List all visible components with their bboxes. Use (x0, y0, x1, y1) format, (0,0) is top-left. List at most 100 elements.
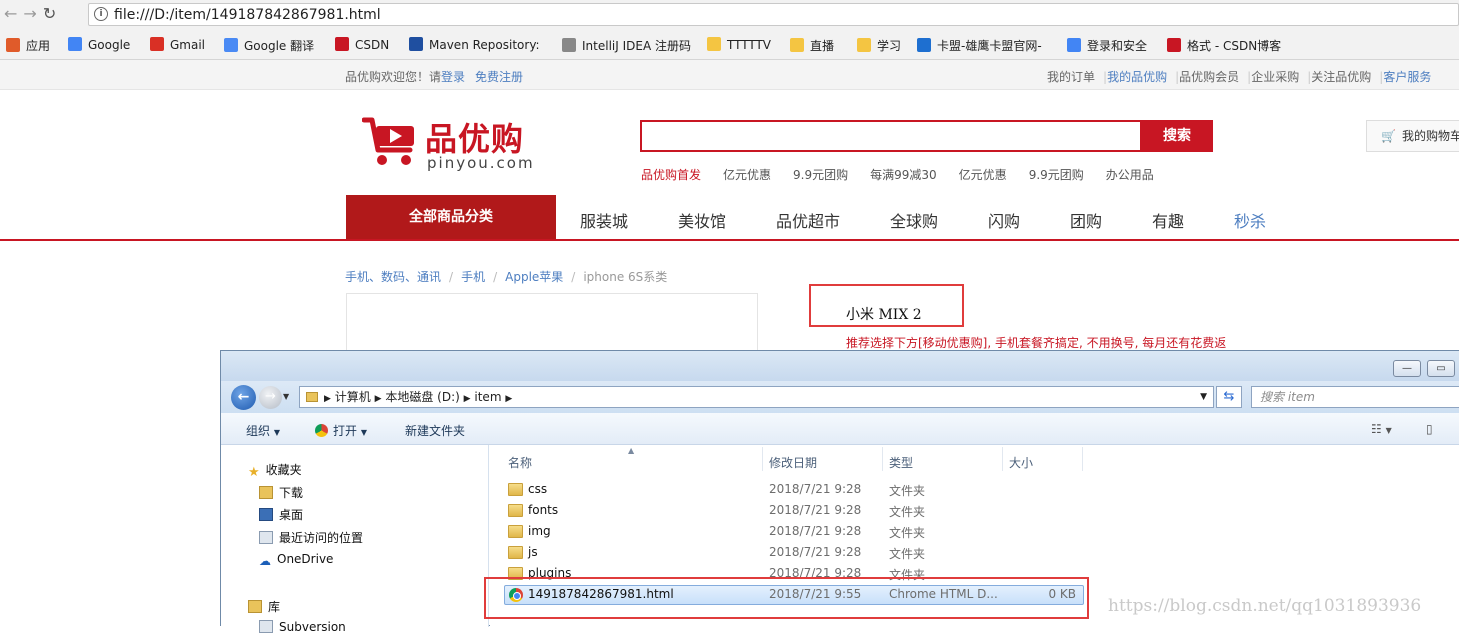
cart-label: 我的购物车 (1401, 129, 1459, 143)
bookmark-item[interactable]: 应用 (6, 37, 50, 54)
nav-favorites[interactable]: ★ 收藏夹 (248, 461, 302, 480)
column-header-size[interactable]: 大小 (1009, 454, 1033, 471)
file-type: 文件夹 (889, 547, 926, 561)
bookmark-item[interactable]: CSDN (335, 37, 389, 52)
file-row[interactable]: img 2018/7/21 9:28 文件夹 (490, 522, 1090, 542)
bookmark-item[interactable]: 直播 (790, 37, 834, 54)
path-segment[interactable]: 本地磁盘 (D:) (385, 390, 459, 404)
path-segment[interactable]: 计算机 (335, 390, 371, 404)
column-divider[interactable] (882, 447, 883, 471)
nav-item-seckill[interactable]: 秒杀 (1234, 208, 1266, 232)
column-divider[interactable] (762, 447, 763, 471)
top-link-my-pinyougou[interactable]: 我的品优购 (1107, 70, 1167, 84)
nav-item[interactable]: 团购 (1070, 208, 1102, 232)
hot-word[interactable]: 9.9元团购 (793, 168, 848, 182)
file-row[interactable]: js 2018/7/21 9:28 文件夹 (490, 543, 1090, 563)
preview-pane-icon[interactable]: ▯ (1426, 422, 1433, 436)
history-dropdown-icon[interactable]: ▼ (283, 392, 289, 401)
login-link[interactable]: 登录 (441, 70, 465, 84)
open-button[interactable]: 打开 ▼ (315, 422, 367, 439)
bookmark-item[interactable]: Google 翻译 (224, 37, 314, 54)
nav-downloads[interactable]: 下载 (259, 484, 303, 501)
bookmark-item[interactable]: IntelliJ IDEA 注册码 (562, 37, 691, 54)
nav-underline (0, 239, 1459, 241)
file-type: 文件夹 (889, 526, 926, 540)
hot-word[interactable]: 办公用品 (1106, 168, 1154, 182)
breadcrumb-item[interactable]: 手机 (461, 270, 485, 284)
forward-arrow-icon[interactable]: → (23, 4, 42, 23)
nav-recent[interactable]: 最近访问的位置 (259, 529, 363, 546)
shopping-cart-icon: 🛒 (1381, 129, 1396, 143)
breadcrumb: 手机、数码、通讯 / 手机 / Apple苹果 / iphone 6S系类 (345, 270, 668, 284)
hot-word[interactable]: 亿元优惠 (723, 168, 771, 182)
site-logo[interactable]: 品优购 pinyou.com (362, 114, 542, 174)
library-icon (248, 600, 262, 613)
google-icon (68, 37, 82, 51)
bookmark-item[interactable]: 卡盟-雄鹰卡盟官网- (917, 37, 1042, 54)
top-link-orders[interactable]: 我的订单 (1047, 70, 1095, 84)
explorer-search-input[interactable]: 搜索 item (1251, 386, 1459, 408)
file-row[interactable]: css 2018/7/21 9:28 文件夹 (490, 480, 1090, 500)
view-options-icon[interactable]: ☷ ▼ (1371, 422, 1392, 436)
breadcrumb-item[interactable]: 手机、数码、通讯 (345, 270, 441, 284)
bookmark-item[interactable]: 学习 (857, 37, 901, 54)
hot-word[interactable]: 每满99减30 (870, 168, 937, 182)
column-header-name[interactable]: 名称 (508, 454, 532, 471)
explorer-path-field[interactable]: ▶ 计算机 ▶ 本地磁盘 (D:) ▶ item ▶ ▼ (299, 386, 1214, 408)
bookmark-item[interactable]: 格式 - CSDN博客 (1167, 37, 1281, 54)
column-header-type[interactable]: 类型 (889, 454, 913, 471)
cart-button[interactable]: 🛒 我的购物车 (1366, 120, 1459, 152)
organize-button[interactable]: 组织 ▼ (246, 422, 280, 439)
nav-item[interactable]: 美妆馆 (678, 208, 726, 232)
product-title: 小米 MIX 2 (846, 307, 922, 323)
path-segment[interactable]: item (474, 390, 501, 404)
register-link[interactable]: 免费注册 (475, 70, 523, 84)
new-folder-button[interactable]: 新建文件夹 (405, 422, 465, 439)
top-link-member[interactable]: 品优购会员 (1179, 70, 1239, 84)
search-input[interactable] (640, 120, 1142, 152)
browser-nav-buttons: ←→↻ (4, 4, 62, 23)
nav-item[interactable]: 品优超市 (776, 208, 840, 232)
nav-item[interactable]: 全球购 (890, 208, 938, 232)
nav-subversion[interactable]: Subversion (259, 620, 346, 634)
refresh-icon[interactable]: ⇆ (1216, 386, 1242, 408)
search-button[interactable]: 搜索 (1141, 120, 1213, 152)
maximize-button[interactable]: ▭ (1427, 360, 1455, 377)
bookmark-item[interactable]: 登录和安全 (1067, 37, 1147, 54)
forward-arrow-icon[interactable]: → (259, 386, 282, 409)
reload-icon[interactable]: ↻ (43, 4, 62, 23)
folder-icon (508, 525, 523, 538)
column-divider[interactable] (1082, 447, 1083, 471)
info-icon[interactable]: i (94, 7, 108, 21)
nav-item[interactable]: 服装城 (580, 208, 628, 232)
bookmark-item[interactable]: Maven Repository: (409, 37, 540, 52)
top-link-follow[interactable]: 关注品优购 (1311, 70, 1371, 84)
bookmark-item[interactable]: Google (68, 37, 130, 52)
bookmark-item[interactable]: TTTTTV (707, 37, 771, 52)
explorer-title-bar: — ▭ (221, 351, 1459, 381)
hot-word[interactable]: 亿元优惠 (959, 168, 1007, 182)
minimize-button[interactable]: — (1393, 360, 1421, 377)
nav-libraries[interactable]: 库 (248, 598, 280, 615)
column-divider[interactable] (1002, 447, 1003, 471)
apps-grid-icon (6, 38, 20, 52)
file-row[interactable]: fonts 2018/7/21 9:28 文件夹 (490, 501, 1090, 521)
nav-item[interactable]: 闪购 (988, 208, 1020, 232)
bookmark-item[interactable]: Gmail (150, 37, 205, 52)
hot-word[interactable]: 品优购首发 (641, 168, 701, 182)
page-icon (562, 38, 576, 52)
nav-desktop[interactable]: 桌面 (259, 506, 303, 523)
path-dropdown-icon[interactable]: ▼ (1200, 387, 1207, 407)
address-bar[interactable]: i file:///D:/item/149187842867981.html (88, 3, 1459, 26)
back-arrow-icon[interactable]: ← (4, 4, 23, 23)
top-link-enterprise[interactable]: 企业采购 (1251, 70, 1299, 84)
column-header-date[interactable]: 修改日期 (769, 454, 817, 471)
breadcrumb-item[interactable]: Apple苹果 (505, 270, 563, 284)
all-categories-button[interactable]: 全部商品分类 (346, 195, 556, 240)
hot-word[interactable]: 9.9元团购 (1029, 168, 1084, 182)
bookmark-label: 卡盟-雄鹰卡盟官网- (937, 39, 1042, 53)
nav-item[interactable]: 有趣 (1152, 208, 1184, 232)
back-arrow-icon[interactable]: ← (231, 385, 256, 410)
top-link-service[interactable]: 客户服务 (1383, 70, 1431, 84)
nav-onedrive[interactable]: ☁ OneDrive (259, 552, 333, 568)
